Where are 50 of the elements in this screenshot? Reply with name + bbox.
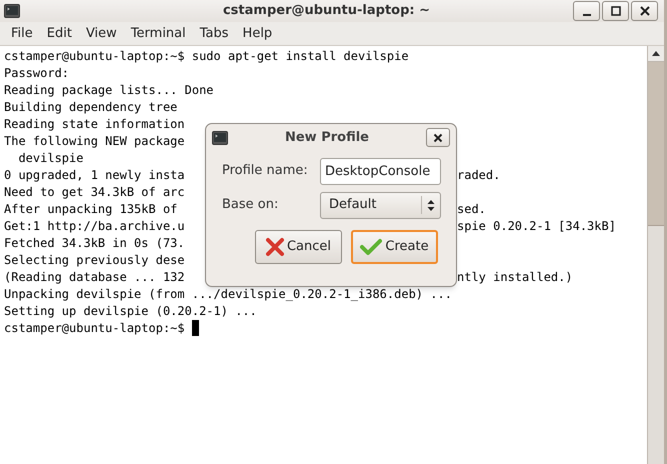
field-label: Profile name:: [222, 162, 309, 180]
menu-item[interactable]: Terminal: [124, 24, 193, 44]
terminal-line: The following NEW package: [4, 133, 185, 150]
terminal-icon: [212, 130, 228, 144]
menu-item[interactable]: Help: [236, 24, 280, 44]
terminal-line: Password:: [4, 65, 70, 82]
minimize-button[interactable]: [573, 1, 600, 21]
terminal-line: 0 upgraded, 1 newly insta: [4, 167, 185, 184]
terminal-icon: [4, 4, 20, 18]
close-icon: [638, 5, 650, 17]
terminal-line: Need to get 34.3kB of arc: [4, 184, 185, 201]
terminal-line: sed.: [457, 201, 486, 218]
base-on-dropdown[interactable]: Default: [320, 192, 441, 218]
terminal-line: Selecting previously dese: [4, 252, 185, 269]
menu-item[interactable]: View: [78, 24, 124, 44]
terminal-line: Unpacking devilspie (from .../devilspie_0.20.2-1_i386.deb) ...: [4, 286, 452, 303]
terminal-line: Reading state information: [4, 116, 185, 133]
terminal-line: raded.: [457, 167, 500, 184]
terminal-line: ntly installed.): [457, 269, 573, 286]
menu-item[interactable]: File: [4, 24, 40, 44]
minimize-icon: [582, 14, 590, 16]
terminal-line: Get:1 http://ba.archive.u: [4, 218, 185, 235]
spin-arrows-icon: [427, 198, 435, 212]
field-label: Base on:: [222, 196, 280, 214]
cancel-button[interactable]: Cancel: [255, 230, 342, 264]
create-button[interactable]: Create: [351, 230, 438, 264]
scroll-up-icon: [652, 51, 660, 56]
terminal-line: (Reading database ... 132: [4, 269, 185, 286]
terminal-line: After unpacking 135kB of: [4, 201, 178, 218]
scrollbar[interactable]: [647, 46, 664, 464]
terminal-line: Fetched 34.3kB in 0s (73.: [4, 235, 185, 252]
profile-name-field[interactable]: DesktopConsole: [320, 158, 441, 184]
terminal-line: Building dependency tree: [4, 99, 178, 116]
close-button[interactable]: [426, 128, 450, 147]
terminal-line: Setting up devilspie (0.20.2-1) ...: [4, 303, 257, 320]
close-button[interactable]: [631, 1, 658, 21]
terminal-line: spie 0.20.2-1 [34.3kB]: [457, 218, 616, 235]
terminal-line: cstamper@ubuntu-laptop:~$: [4, 320, 186, 337]
terminal-line: Reading package lists... Done: [4, 82, 214, 99]
terminal-line: cstamper@ubuntu-laptop:~$ sudo apt-get install devilspie: [4, 48, 409, 65]
menu-item[interactable]: Tabs: [192, 24, 236, 44]
dialog-title: New Profile: [284, 128, 370, 147]
close-icon: [433, 132, 443, 142]
terminal-line: devilspie: [17, 150, 84, 167]
maximize-icon: [610, 5, 622, 17]
checkmark-icon: [360, 238, 382, 256]
maximize-button[interactable]: [602, 1, 629, 21]
menu-item[interactable]: Edit: [40, 24, 79, 44]
window-title: cstamper@ubuntu-laptop: ~: [222, 2, 432, 20]
cross-icon: [266, 237, 284, 257]
